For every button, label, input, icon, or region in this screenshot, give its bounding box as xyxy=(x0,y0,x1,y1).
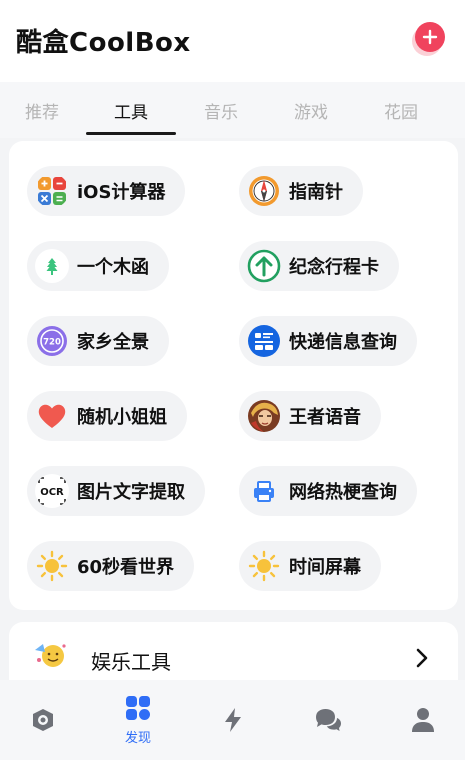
tool-trip-card[interactable]: 纪念行程卡 xyxy=(239,241,399,291)
chat-icon xyxy=(316,709,341,731)
heart-icon xyxy=(35,399,69,433)
nav-discover-label: 发现 xyxy=(124,731,151,746)
svg-text:720: 720 xyxy=(43,338,61,348)
tool-mubox[interactable]: 一个木函 xyxy=(27,241,169,291)
tool-label: 纪念行程卡 xyxy=(289,257,379,278)
tool-label: iOS计算器 xyxy=(77,182,166,203)
calculator-icon xyxy=(35,174,69,208)
printer-icon xyxy=(247,474,281,508)
tool-random-girl[interactable]: 随机小姐姐 xyxy=(27,391,187,441)
tool-label: 王者语音 xyxy=(289,407,361,428)
tool-label: 快递信息查询 xyxy=(289,332,397,353)
active-tab-indicator xyxy=(86,132,176,135)
sun-icon xyxy=(35,549,69,583)
svg-text:OCR: OCR xyxy=(40,487,64,498)
chevron-right-icon xyxy=(416,648,428,672)
plus-icon xyxy=(422,29,438,45)
nav-discover[interactable]: 发现 xyxy=(108,680,168,760)
tab-garden[interactable]: 花园 xyxy=(356,82,446,138)
nav-chat[interactable] xyxy=(298,680,358,760)
tool-60s-world[interactable]: 60秒看世界 xyxy=(27,541,195,591)
user-icon xyxy=(412,708,434,732)
tool-label: 一个木函 xyxy=(77,257,149,278)
tool-label: 网络热梗查询 xyxy=(289,482,397,503)
compass-icon xyxy=(247,174,281,208)
arrow-up-circle-icon xyxy=(247,249,281,283)
tool-label: 60秒看世界 xyxy=(77,557,175,578)
entertainment-tools-row[interactable]: 娱乐工具 xyxy=(9,622,458,682)
category-tabs: 推荐 工具 音乐 游戏 花园 xyxy=(0,82,465,138)
add-button[interactable] xyxy=(415,22,445,52)
game-hero-icon xyxy=(247,399,281,433)
tab-games[interactable]: 游戏 xyxy=(266,82,356,138)
tool-ocr[interactable]: OCR 图片文字提取 xyxy=(27,466,205,516)
app-header: 酷盒CoolBox xyxy=(0,0,465,82)
tool-hometown-panorama[interactable]: 720 家乡全景 xyxy=(27,316,169,366)
tool-label: 随机小姐姐 xyxy=(77,407,167,428)
panorama-720-icon: 720 xyxy=(35,324,69,358)
tools-card: iOS计算器 指南针 一个木函 纪念行程卡 720 家乡全景 快递信息查询 随机… xyxy=(9,141,458,610)
tool-express-query[interactable]: 快递信息查询 xyxy=(239,316,417,366)
tool-label: 时间屏幕 xyxy=(289,557,361,578)
tree-icon xyxy=(35,249,69,283)
tool-compass[interactable]: 指南针 xyxy=(239,166,363,216)
nav-camera[interactable] xyxy=(13,680,73,760)
tool-ios-calculator[interactable]: iOS计算器 xyxy=(27,166,186,216)
lightning-icon xyxy=(225,708,241,732)
bottom-navigation: 发现 xyxy=(0,680,465,760)
tool-meme-query[interactable]: 网络热梗查询 xyxy=(239,466,417,516)
tool-label: 图片文字提取 xyxy=(77,482,185,503)
entertainment-tools-label: 娱乐工具 xyxy=(91,650,171,674)
sun-icon xyxy=(247,549,281,583)
tab-music[interactable]: 音乐 xyxy=(176,82,266,138)
ocr-icon: OCR xyxy=(35,474,69,508)
tab-tools[interactable]: 工具 xyxy=(86,82,176,138)
nav-profile[interactable] xyxy=(393,680,453,760)
camera-lens-icon xyxy=(33,709,53,731)
app-title: 酷盒CoolBox xyxy=(16,28,191,58)
tool-king-voice[interactable]: 王者语音 xyxy=(239,391,381,441)
tool-label: 家乡全景 xyxy=(77,332,149,353)
tab-recommend[interactable]: 推荐 xyxy=(0,82,87,138)
tool-label: 指南针 xyxy=(289,182,343,203)
party-emoji-icon xyxy=(33,640,69,670)
discover-grid-icon xyxy=(126,696,150,720)
express-icon xyxy=(247,324,281,358)
tool-time-screen[interactable]: 时间屏幕 xyxy=(239,541,381,591)
nav-lightning[interactable] xyxy=(203,680,263,760)
